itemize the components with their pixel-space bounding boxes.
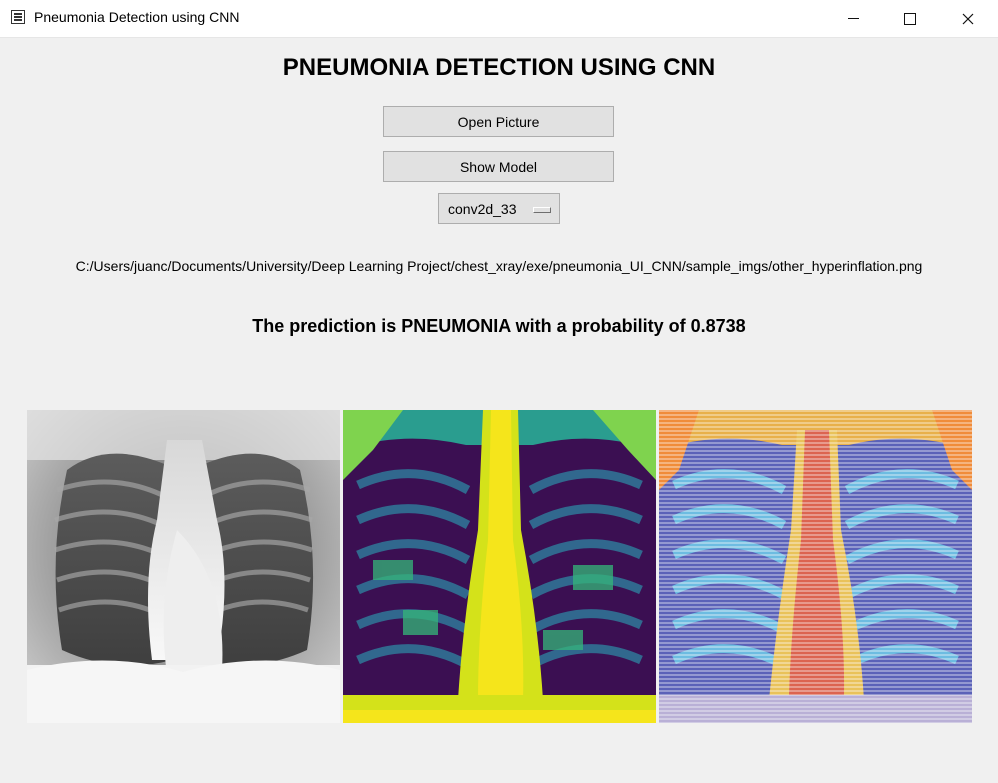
app-window: Pneumonia Detection using CNN PNEUMONIA … xyxy=(0,0,998,783)
layer-select[interactable]: conv2d_33 xyxy=(438,193,560,224)
window-title: Pneumonia Detection using CNN xyxy=(34,9,240,25)
activation-picture xyxy=(343,410,656,723)
title-bar: Pneumonia Detection using CNN xyxy=(0,0,998,38)
minimize-button[interactable] xyxy=(830,0,876,37)
maximize-icon xyxy=(904,12,916,25)
feather-icon xyxy=(11,10,25,24)
activation-map-image xyxy=(343,410,656,723)
heatmap-overlay-image xyxy=(659,410,972,723)
prediction-label: The prediction is PNEUMONIA with a proba… xyxy=(252,316,746,336)
maximize-button[interactable] xyxy=(887,0,933,37)
option-menu-indicator-icon xyxy=(533,207,551,213)
close-icon xyxy=(962,13,974,24)
open-picture-button[interactable]: Open Picture xyxy=(383,106,614,137)
xray-picture xyxy=(27,410,340,723)
xray-image xyxy=(27,410,340,723)
file-path-label: C:/Users/juanc/Documents/University/Deep… xyxy=(75,258,923,274)
overlay-picture xyxy=(659,410,972,723)
show-model-button[interactable]: Show Model xyxy=(383,151,614,182)
page-title: PNEUMONIA DETECTION USING CNN xyxy=(282,54,716,81)
close-button[interactable] xyxy=(945,0,991,37)
minimize-icon xyxy=(847,18,859,19)
layer-select-value: conv2d_33 xyxy=(448,201,517,217)
